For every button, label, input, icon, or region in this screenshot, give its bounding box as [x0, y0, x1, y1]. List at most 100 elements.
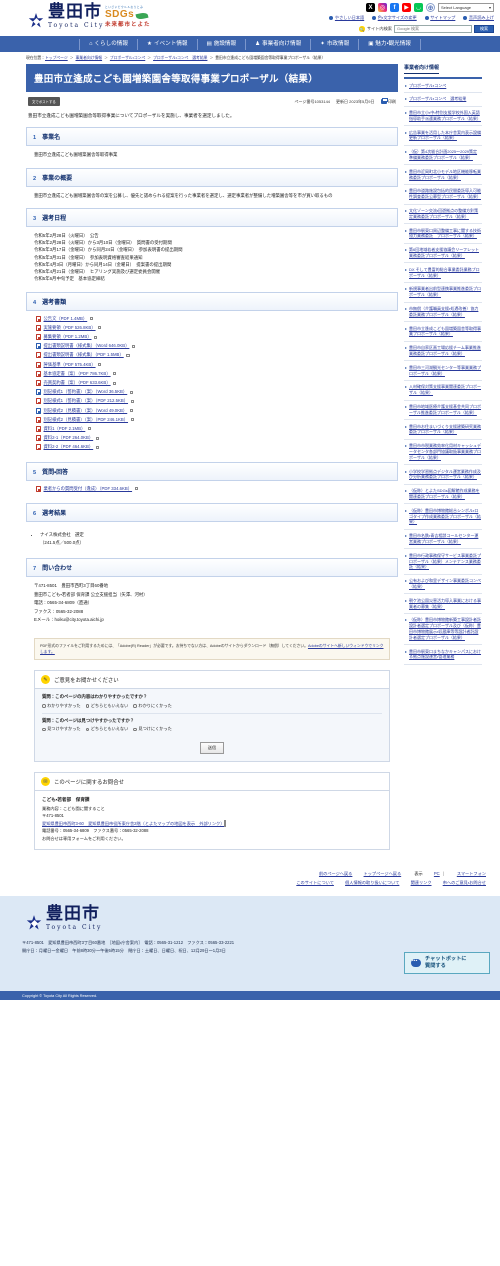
file-link[interactable]: 公告文（PDF 1.4MB） — [44, 316, 88, 322]
file-link[interactable]: 売買契約書（案）（PDF 633.6KB） — [44, 380, 111, 386]
contact-city-link[interactable]: 市へのご意見・お問合せ — [443, 880, 486, 885]
breadcrumb-item-business[interactable]: 事業者向け情報 — [76, 56, 103, 60]
list-item[interactable]: ▸ 豊田市立小・中・特別支援学校外国人英語指導助手派遣業務プロポーザル（結果） — [404, 107, 482, 127]
radio-option[interactable]: わかりやすかった — [42, 703, 81, 709]
list-item[interactable]: ▸ （仮称）豊田市博物館総合シンボル・ロゴタイプ作成業務委託プロポーザル（結果） — [404, 504, 482, 530]
file-link[interactable]: 資料2-2（PDF 464.6KB） — [44, 444, 94, 450]
file-row[interactable]: 募集要領（PDF 1.2MB） — [36, 334, 394, 341]
list-item[interactable]: ▸ 豊田市駅東口まちなかキャンパスにおける拠点施設運営・管理業務 — [404, 645, 482, 665]
utility-link-font-size[interactable]: 色・文字サイズの変更 — [372, 15, 417, 21]
file-link[interactable]: 提出書類説明書（様式集）（Word 646.0KB） — [44, 343, 130, 349]
sidebar-item-label[interactable]: 豊田市駅東口まちなかキャンパスにおける拠点施設運営・管理業務 — [409, 649, 481, 661]
youtube-icon[interactable]: ▶ — [402, 3, 411, 12]
utility-link-sitemap[interactable]: サイトマップ — [424, 15, 455, 21]
sidebar-item-label[interactable]: 小学校学習拠点デジタル運営業務作成及び分析業務委託プロポーザル（結果） — [409, 469, 481, 481]
list-item[interactable]: ▸ 豊田市自家区画工場応援チーム事業推進業務委託プロポーザル（結果） — [404, 342, 482, 362]
file-row[interactable]: 提出書類説明書（様式集）（Word 646.0KB） — [36, 343, 394, 350]
sidebar-item-label[interactable]: 豊田市近岡町北小モデル地区機能移転業務委託プロポーザル（結果） — [409, 169, 481, 181]
search-button[interactable]: 検索 — [474, 25, 494, 33]
list-item[interactable]: ▸ DX そして豊富的総合事業委託業務プロポーザル（結果） — [404, 263, 482, 283]
file-link[interactable]: 別記様式1（誓約書）（案）（Word 36.5KB） — [44, 389, 128, 395]
sidebar-item-label[interactable]: （仮称）とよたSDGs図解館作成業務を関連委託プロポーザル（結果） — [409, 488, 481, 500]
sidebar-item-label[interactable]: プロポーザル・コンペ 選考結果 — [409, 96, 466, 102]
nav-item-event[interactable]: ★ イベント情報 — [137, 38, 197, 50]
submit-button[interactable]: 送信 — [199, 742, 225, 755]
radio-icon[interactable] — [133, 727, 137, 732]
sidebar-item-label[interactable]: 朝ケ池公園災害活力導入事業における事業者の募集（結果） — [409, 598, 481, 610]
sidebar-item-label[interactable]: 市無償（介護職員支援・処遇改善）協力委託業務プロポーザル（結果） — [409, 306, 481, 318]
nav-item-tourism[interactable]: ▣ 魅力・観光情報 — [358, 38, 421, 50]
radio-icon[interactable] — [42, 727, 46, 732]
post-to-x-button[interactable]: 文でポストする — [28, 97, 60, 106]
display-pc-link[interactable]: PC — [434, 871, 440, 876]
breadcrumb-item-results[interactable]: プロポーザル・コンペ 選考結果 — [153, 56, 207, 60]
utility-link-label[interactable]: やさしい日本語 — [335, 15, 364, 21]
list-item[interactable]: ▸ 市無償（介護職員支援・処遇改善）協力委託業務プロポーザル（結果） — [404, 303, 482, 323]
utility-link-voice-reader[interactable]: 音声読み上げ — [463, 15, 494, 21]
file-row[interactable]: 提出書類説明書（様式集）（PDF 1.5MB） — [36, 352, 394, 359]
list-item[interactable]: ▸ （仮称）豊田市博物館新築工事設計者託設計者選定プロポーザル及び（仮称）豊田市博… — [404, 614, 482, 646]
globe-icon[interactable]: ⊕ — [426, 3, 435, 12]
file-row[interactable]: 資料1（PDF 2.1MB） — [36, 425, 394, 432]
search-input[interactable]: Google 検索 — [394, 25, 472, 33]
sidebar-item-label[interactable]: 新規事業者出前型連携事業推進委託プロポーザル（結果） — [409, 286, 481, 298]
utility-link-label[interactable]: 色・文字サイズの変更 — [378, 15, 417, 21]
radio-option[interactable]: 見つけやすかった — [42, 726, 81, 732]
utility-link-easy-japanese[interactable]: やさしい日本語 — [329, 15, 364, 21]
back-to-top-link[interactable]: トップページへ戻る — [364, 871, 402, 876]
file-row[interactable]: 売買契約書（案）（PDF 633.6KB） — [36, 380, 394, 387]
list-item[interactable]: ▸ 豊田市近岡町北小モデル地区機能移転業務委託プロポーザル（結果） — [404, 165, 482, 185]
radio-icon[interactable] — [85, 704, 90, 708]
facebook-icon[interactable]: f — [390, 3, 399, 12]
line-icon[interactable]: ◡ — [414, 3, 423, 12]
file-row[interactable]: 評価基準（PDF 575.4KB） — [36, 361, 394, 368]
x-icon[interactable]: X — [366, 3, 375, 12]
instagram-icon[interactable]: ◎ — [378, 3, 387, 12]
sidebar-item-label[interactable]: 文化ゾーン交流・回遊拠点の整備方針策定業務委託プロポーザル（結果） — [409, 208, 481, 220]
file-row[interactable]: 基本協定書（案）（PDF 786.7KB） — [36, 370, 394, 377]
list-item[interactable]: ▸ （仮称）とよたSDGs図解館作成業務を関連委託プロポーザル（結果） — [404, 485, 482, 505]
list-item[interactable]: ▸ 豊田市三河湖観光センター等事業業務プロポーザル（結果） — [404, 361, 482, 381]
list-item[interactable]: ▸ 豊田市駅東口周辺整備工事に関する技術協力業務委託 プロポーザル（結果） — [404, 224, 482, 244]
sidebar-item-proposal-results[interactable]: ▸ プロポーザル・コンペ 選考結果 — [404, 93, 482, 107]
sidebar-item-label[interactable]: 広告事業を活用した本庁舎案内表示設備更新プロポーザル（結果） — [409, 130, 481, 142]
list-item[interactable]: ▸ 豊田市地域医療介護支援基金共同プロポーザル推進委託プロポーザル（結果） — [404, 401, 482, 421]
file-link[interactable]: 基本協定書（案）（PDF 786.7KB） — [44, 371, 111, 377]
list-item[interactable]: ▸ 公有および和里デザイン事業委託コンペ（結果） — [404, 575, 482, 595]
file-link[interactable]: 資料2-1（PDF 264.0KB） — [44, 435, 94, 441]
sidebar-item-label[interactable]: 豊田市三河湖観光センター等事業業務プロポーザル（結果） — [409, 365, 481, 377]
sidebar-item-label[interactable]: 豊田市名鉄・青吉相談コールセンター運営業務プロポーザル（結果） — [409, 533, 481, 545]
sidebar-item-label[interactable]: 豊田市市税業務効率化用材キャッシュデータセンタ各部門協議取扱事業業務プロポーザル… — [409, 443, 481, 460]
file-row[interactable]: 公告文（PDF 1.4MB） — [36, 315, 394, 322]
file-link[interactable]: 評価基準（PDF 575.4KB） — [44, 362, 96, 368]
file-row[interactable]: 実施要領（PDF 526.8KB） — [36, 324, 394, 331]
breadcrumb-item-proposal[interactable]: プロポーザル・コンペ — [110, 56, 145, 60]
list-item[interactable]: ▸ 豊田市立逢成こども園増築園舎等取得事業プロポーザル（結果） — [404, 322, 482, 342]
sidebar-item-label[interactable]: DX そして豊富的総合事業委託業務プロポーザル（結果） — [409, 267, 481, 279]
back-to-previous-link[interactable]: 前のページへ戻る — [319, 871, 352, 876]
sidebar-item-label[interactable]: 豊田市お住まいづくり支援建築研究業務委託プロポーザル（結果） — [409, 424, 481, 436]
sidebar-item-label[interactable]: 豊田市駅東口周辺整備工事に関する技術協力業務委託 プロポーザル（結果） — [409, 228, 481, 240]
file-row[interactable]: 別記様式1（誓約書）（案）（PDF 212.5KB） — [36, 398, 394, 405]
sidebar-item-label[interactable]: 豊田市行政事務保守サービス事業委託プロポーザル（結果）メンテナンス業務委託（結果… — [409, 553, 481, 570]
radio-option[interactable]: わかりにくかった — [133, 703, 172, 709]
sidebar-item-label[interactable]: 豊田市立小・中・特別支援学校外国人英語指導助手派遣業務プロポーザル（結果） — [409, 110, 481, 122]
sidebar-item-label[interactable]: プロポーザル・コンペ — [409, 83, 446, 89]
breadcrumb-item-home[interactable]: トップページ — [45, 56, 68, 60]
file-link[interactable]: 募集要領（PDF 1.2MB） — [44, 334, 92, 340]
utility-link-label[interactable]: サイトマップ — [430, 15, 455, 21]
list-item[interactable]: ▸ 豊田市道路施設包括的民間委託導入可能性調査委託公募型プロポーザル（結果） — [404, 185, 482, 205]
file-row[interactable]: 資料2-1（PDF 264.0KB） — [36, 435, 394, 442]
footer-logo[interactable]: 豊田市 Toyota City — [26, 906, 500, 932]
language-select[interactable]: Select Language ▾ — [438, 3, 494, 12]
list-item[interactable]: ▸ 豊田市お住まいづくり支援建築研究業務委託プロポーザル（結果） — [404, 420, 482, 440]
sidebar-item-label[interactable]: 豊田市地域医療介護支援基金共同プロポーザル推進委託プロポーザル（結果） — [409, 404, 481, 416]
radio-option[interactable]: 見つけにくかった — [133, 726, 172, 732]
file-link[interactable]: 業者からの質問受付（逢成）（PDF 334.6KB） — [44, 486, 133, 492]
file-link[interactable]: 別記様式2（見積書）（案）（PDF 246.1KB） — [44, 417, 129, 423]
print-button[interactable]: 印刷 — [380, 97, 396, 105]
file-row[interactable]: 別記様式2（見積書）（案）（Word 49.0KB） — [36, 407, 394, 414]
related-links-link[interactable]: 関連リンク — [411, 880, 432, 885]
sidebar-item-proposal[interactable]: ▸ プロポーザル・コンペ — [404, 79, 482, 93]
file-row[interactable]: 資料2-2（PDF 464.6KB） — [36, 444, 394, 451]
